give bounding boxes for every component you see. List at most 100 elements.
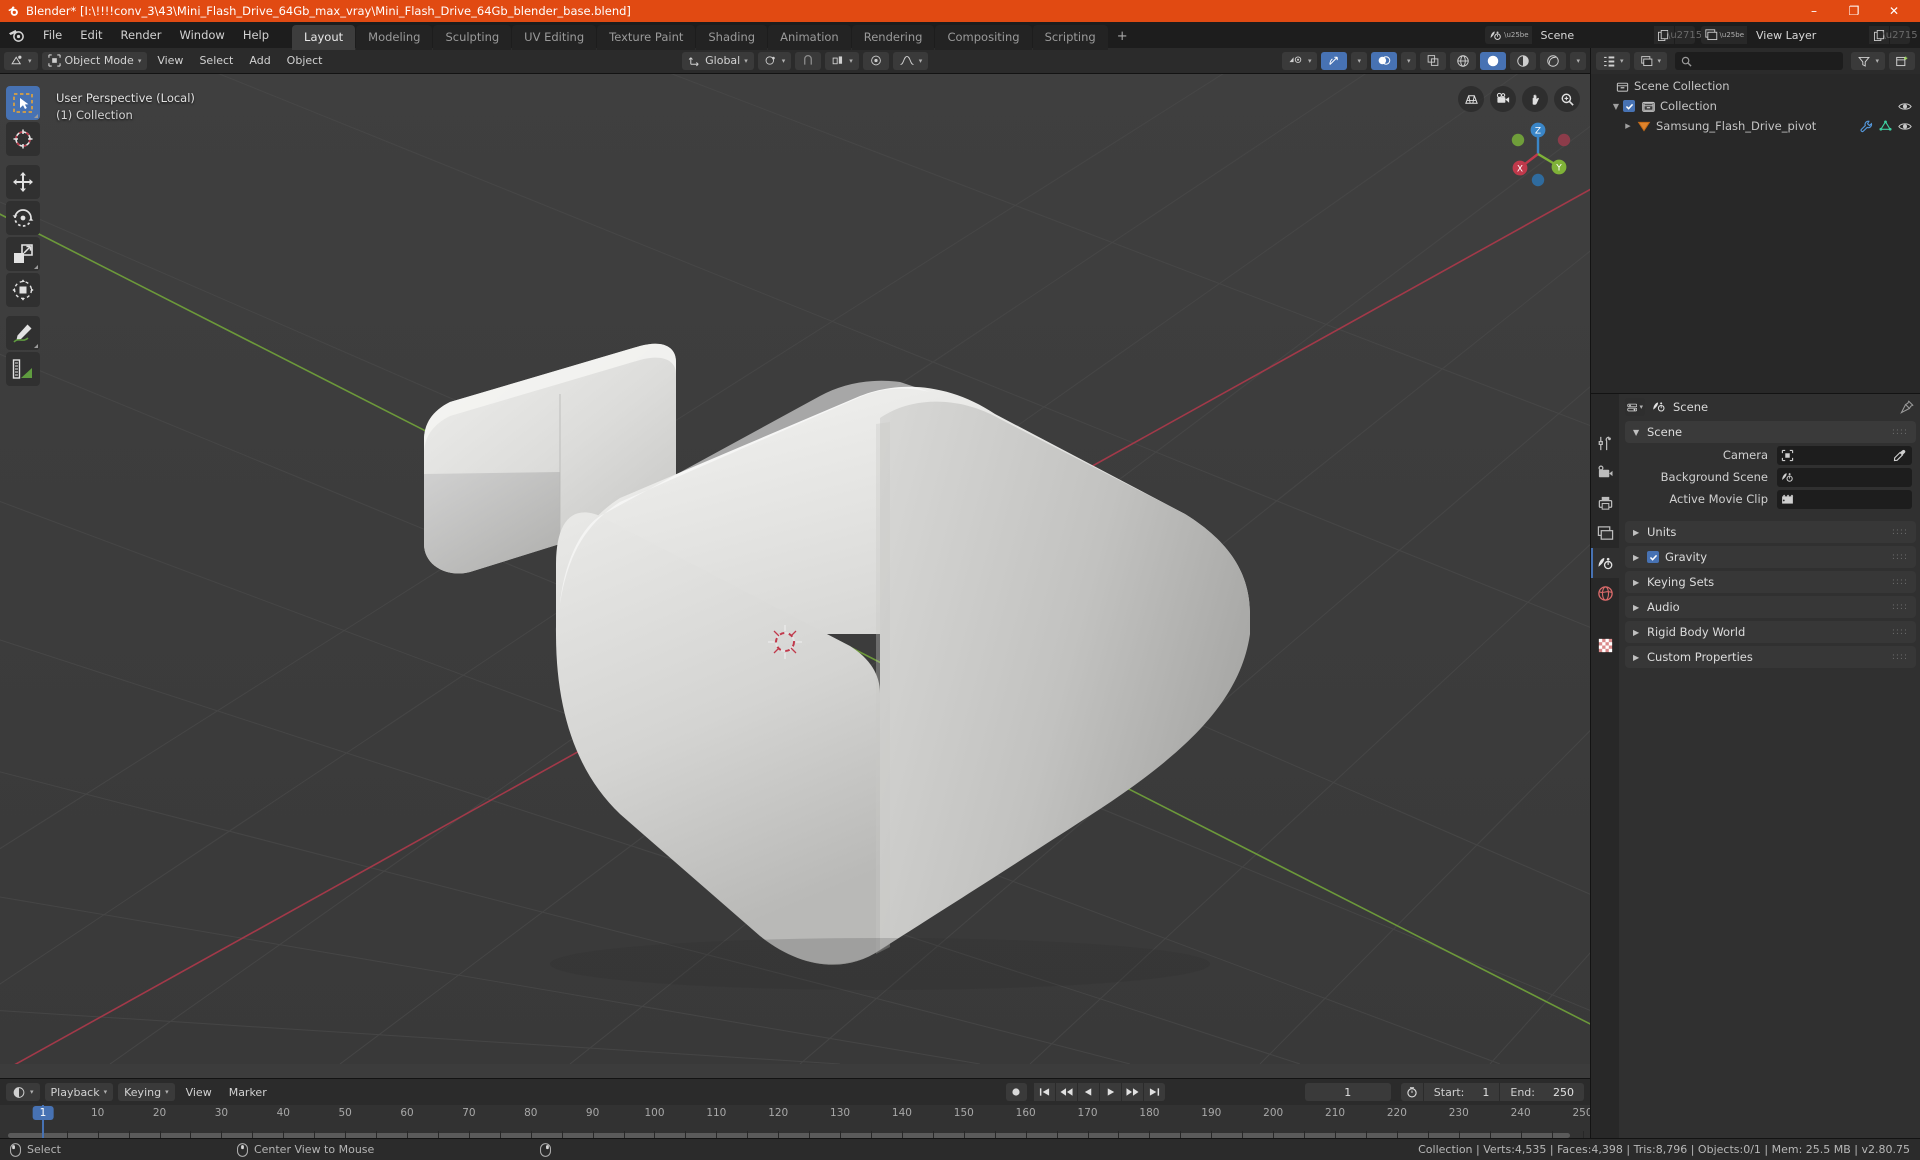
- gizmo-options-selector[interactable]: ▾: [1351, 52, 1367, 70]
- panel-custom-properties-header[interactable]: ▶ Custom Properties ::::: [1625, 646, 1916, 668]
- shading-wireframe-button[interactable]: [1450, 52, 1476, 70]
- menu-file[interactable]: File: [34, 25, 71, 45]
- properties-editor-type-selector[interactable]: ▾: [1625, 398, 1645, 416]
- measure-tool[interactable]: [6, 352, 40, 386]
- tab-sculpting[interactable]: Sculpting: [433, 25, 511, 50]
- move-tool[interactable]: [6, 165, 40, 199]
- tab-tool[interactable]: [1591, 428, 1619, 458]
- panel-keying-sets-header[interactable]: ▶ Keying Sets ::::: [1625, 571, 1916, 593]
- tab-modeling[interactable]: Modeling: [356, 25, 432, 50]
- jump-to-start-button[interactable]: [1034, 1083, 1055, 1101]
- window-close-button[interactable]: ✕: [1874, 0, 1914, 22]
- scene-selector[interactable]: \u25be Scene \u2715: [1485, 26, 1694, 44]
- timeline-menu-marker[interactable]: Marker: [223, 1083, 273, 1101]
- select-box-tool[interactable]: [6, 86, 40, 120]
- tab-rendering[interactable]: Rendering: [852, 25, 935, 50]
- disclosure-triangle[interactable]: ▶: [1621, 122, 1635, 130]
- viewport-menu-select[interactable]: Select: [193, 52, 239, 70]
- shading-material-preview-button[interactable]: [1510, 52, 1536, 70]
- cursor-tool[interactable]: [6, 122, 40, 156]
- tab-uv-editing[interactable]: UV Editing: [512, 25, 596, 50]
- eye-icon[interactable]: [1898, 121, 1912, 132]
- object-mode-selector[interactable]: Object Mode ▾: [42, 52, 148, 70]
- show-gizmo-toggle[interactable]: [1321, 52, 1347, 70]
- background-scene-field[interactable]: [1777, 468, 1912, 487]
- outliner-search-input[interactable]: [1675, 52, 1843, 70]
- timeline-editor-type-selector[interactable]: ▾: [6, 1083, 40, 1101]
- tab-scene[interactable]: [1591, 548, 1619, 578]
- tab-scripting[interactable]: Scripting: [1033, 25, 1108, 50]
- view-layer-icon[interactable]: \u25be: [1701, 26, 1748, 44]
- proportional-falloff-selector[interactable]: ▾: [893, 52, 929, 70]
- play-button[interactable]: [1100, 1083, 1121, 1101]
- viewport-menu-object[interactable]: Object: [281, 52, 329, 70]
- use-preview-range-icon[interactable]: [1401, 1083, 1423, 1101]
- editor-type-selector[interactable]: ▾: [4, 52, 38, 70]
- scale-tool[interactable]: [6, 237, 40, 271]
- tab-view-layer[interactable]: [1591, 518, 1619, 548]
- gravity-checkbox[interactable]: [1647, 551, 1659, 563]
- active-movie-clip-field[interactable]: [1777, 490, 1912, 509]
- tab-output[interactable]: [1591, 488, 1619, 518]
- shading-rendered-button[interactable]: [1540, 52, 1566, 70]
- jump-to-next-keyframe-button[interactable]: [1122, 1083, 1143, 1101]
- annotate-tool[interactable]: [6, 316, 40, 350]
- frame-start-field[interactable]: Start: 1: [1423, 1083, 1500, 1101]
- menu-window[interactable]: Window: [170, 25, 233, 45]
- menu-render[interactable]: Render: [112, 25, 171, 45]
- play-reverse-button[interactable]: [1078, 1083, 1099, 1101]
- outliner-tree[interactable]: Scene Collection ▼: [1591, 74, 1920, 393]
- outliner-row-object[interactable]: ▶ Samsung_Flash_Drive_pivot: [1591, 116, 1920, 136]
- camera-field[interactable]: [1777, 446, 1912, 465]
- show-overlays-toggle[interactable]: [1371, 52, 1397, 70]
- jump-to-end-button[interactable]: [1144, 1083, 1165, 1101]
- blender-logo-icon[interactable]: [6, 25, 28, 45]
- jump-to-prev-keyframe-button[interactable]: [1056, 1083, 1077, 1101]
- window-maximize-button[interactable]: ❐: [1834, 0, 1874, 22]
- pan-view-icon[interactable]: [1522, 86, 1548, 112]
- camera-view-icon[interactable]: [1490, 86, 1516, 112]
- tab-shading[interactable]: Shading: [696, 25, 767, 50]
- grid-toggle-icon[interactable]: [1458, 86, 1484, 112]
- tab-world[interactable]: [1591, 578, 1619, 608]
- viewport-menu-view[interactable]: View: [151, 52, 189, 70]
- tab-texture-paint[interactable]: Texture Paint: [597, 25, 695, 50]
- auto-keyframe-button[interactable]: [1006, 1083, 1027, 1101]
- outliner-filter-button[interactable]: ▾: [1851, 52, 1885, 70]
- transform-tool[interactable]: [6, 273, 40, 307]
- pivot-point-selector[interactable]: ▾: [758, 52, 792, 70]
- outliner-display-mode-selector[interactable]: ▾: [1634, 52, 1668, 70]
- add-workspace-button[interactable]: +: [1109, 24, 1136, 50]
- timeline-menu-view[interactable]: View: [180, 1083, 218, 1101]
- panel-rigid-body-world-header[interactable]: ▶ Rigid Body World ::::: [1625, 621, 1916, 643]
- tab-animation[interactable]: Animation: [768, 25, 851, 50]
- rotate-tool[interactable]: [6, 201, 40, 235]
- remove-view-layer-button[interactable]: \u2715: [1890, 26, 1910, 44]
- mesh-data-icon[interactable]: [1879, 120, 1892, 133]
- window-minimize-button[interactable]: –: [1794, 0, 1834, 22]
- viewport-menu-add[interactable]: Add: [243, 52, 276, 70]
- snap-target-selector[interactable]: ▾: [825, 52, 859, 70]
- shading-solid-button[interactable]: [1480, 52, 1506, 70]
- transform-orientation-selector[interactable]: Global ▾: [682, 52, 754, 70]
- zoom-view-icon[interactable]: [1554, 86, 1580, 112]
- outliner-editor-type-selector[interactable]: ▾: [1596, 52, 1630, 70]
- outliner-row-scene-collection[interactable]: Scene Collection: [1591, 76, 1920, 96]
- tab-texture[interactable]: [1591, 630, 1619, 660]
- unlink-scene-button[interactable]: \u2715: [1675, 26, 1695, 44]
- menu-edit[interactable]: Edit: [71, 25, 111, 45]
- 3d-viewport[interactable]: User Perspective (Local) (1) Collection: [0, 74, 1590, 1078]
- view-layer-selector[interactable]: \u25be View Layer \u2715: [1701, 26, 1910, 44]
- outliner-new-collection-button[interactable]: [1889, 52, 1915, 70]
- panel-audio-header[interactable]: ▶ Audio ::::: [1625, 596, 1916, 618]
- collection-checkbox[interactable]: [1623, 100, 1635, 112]
- xray-toggle[interactable]: [1420, 52, 1446, 70]
- panel-units-header[interactable]: ▶ Units ::::: [1625, 521, 1916, 543]
- menu-help[interactable]: Help: [234, 25, 278, 45]
- timeline-menu-playback[interactable]: Playback ▾: [45, 1083, 114, 1101]
- frame-end-field[interactable]: End: 250: [1499, 1083, 1584, 1101]
- shading-options-selector[interactable]: ▾: [1570, 52, 1586, 70]
- scene-data-icon[interactable]: \u25be: [1485, 26, 1532, 44]
- eyedropper-icon[interactable]: [1893, 449, 1906, 462]
- panel-scene-header[interactable]: ▼ Scene ::::: [1625, 421, 1916, 443]
